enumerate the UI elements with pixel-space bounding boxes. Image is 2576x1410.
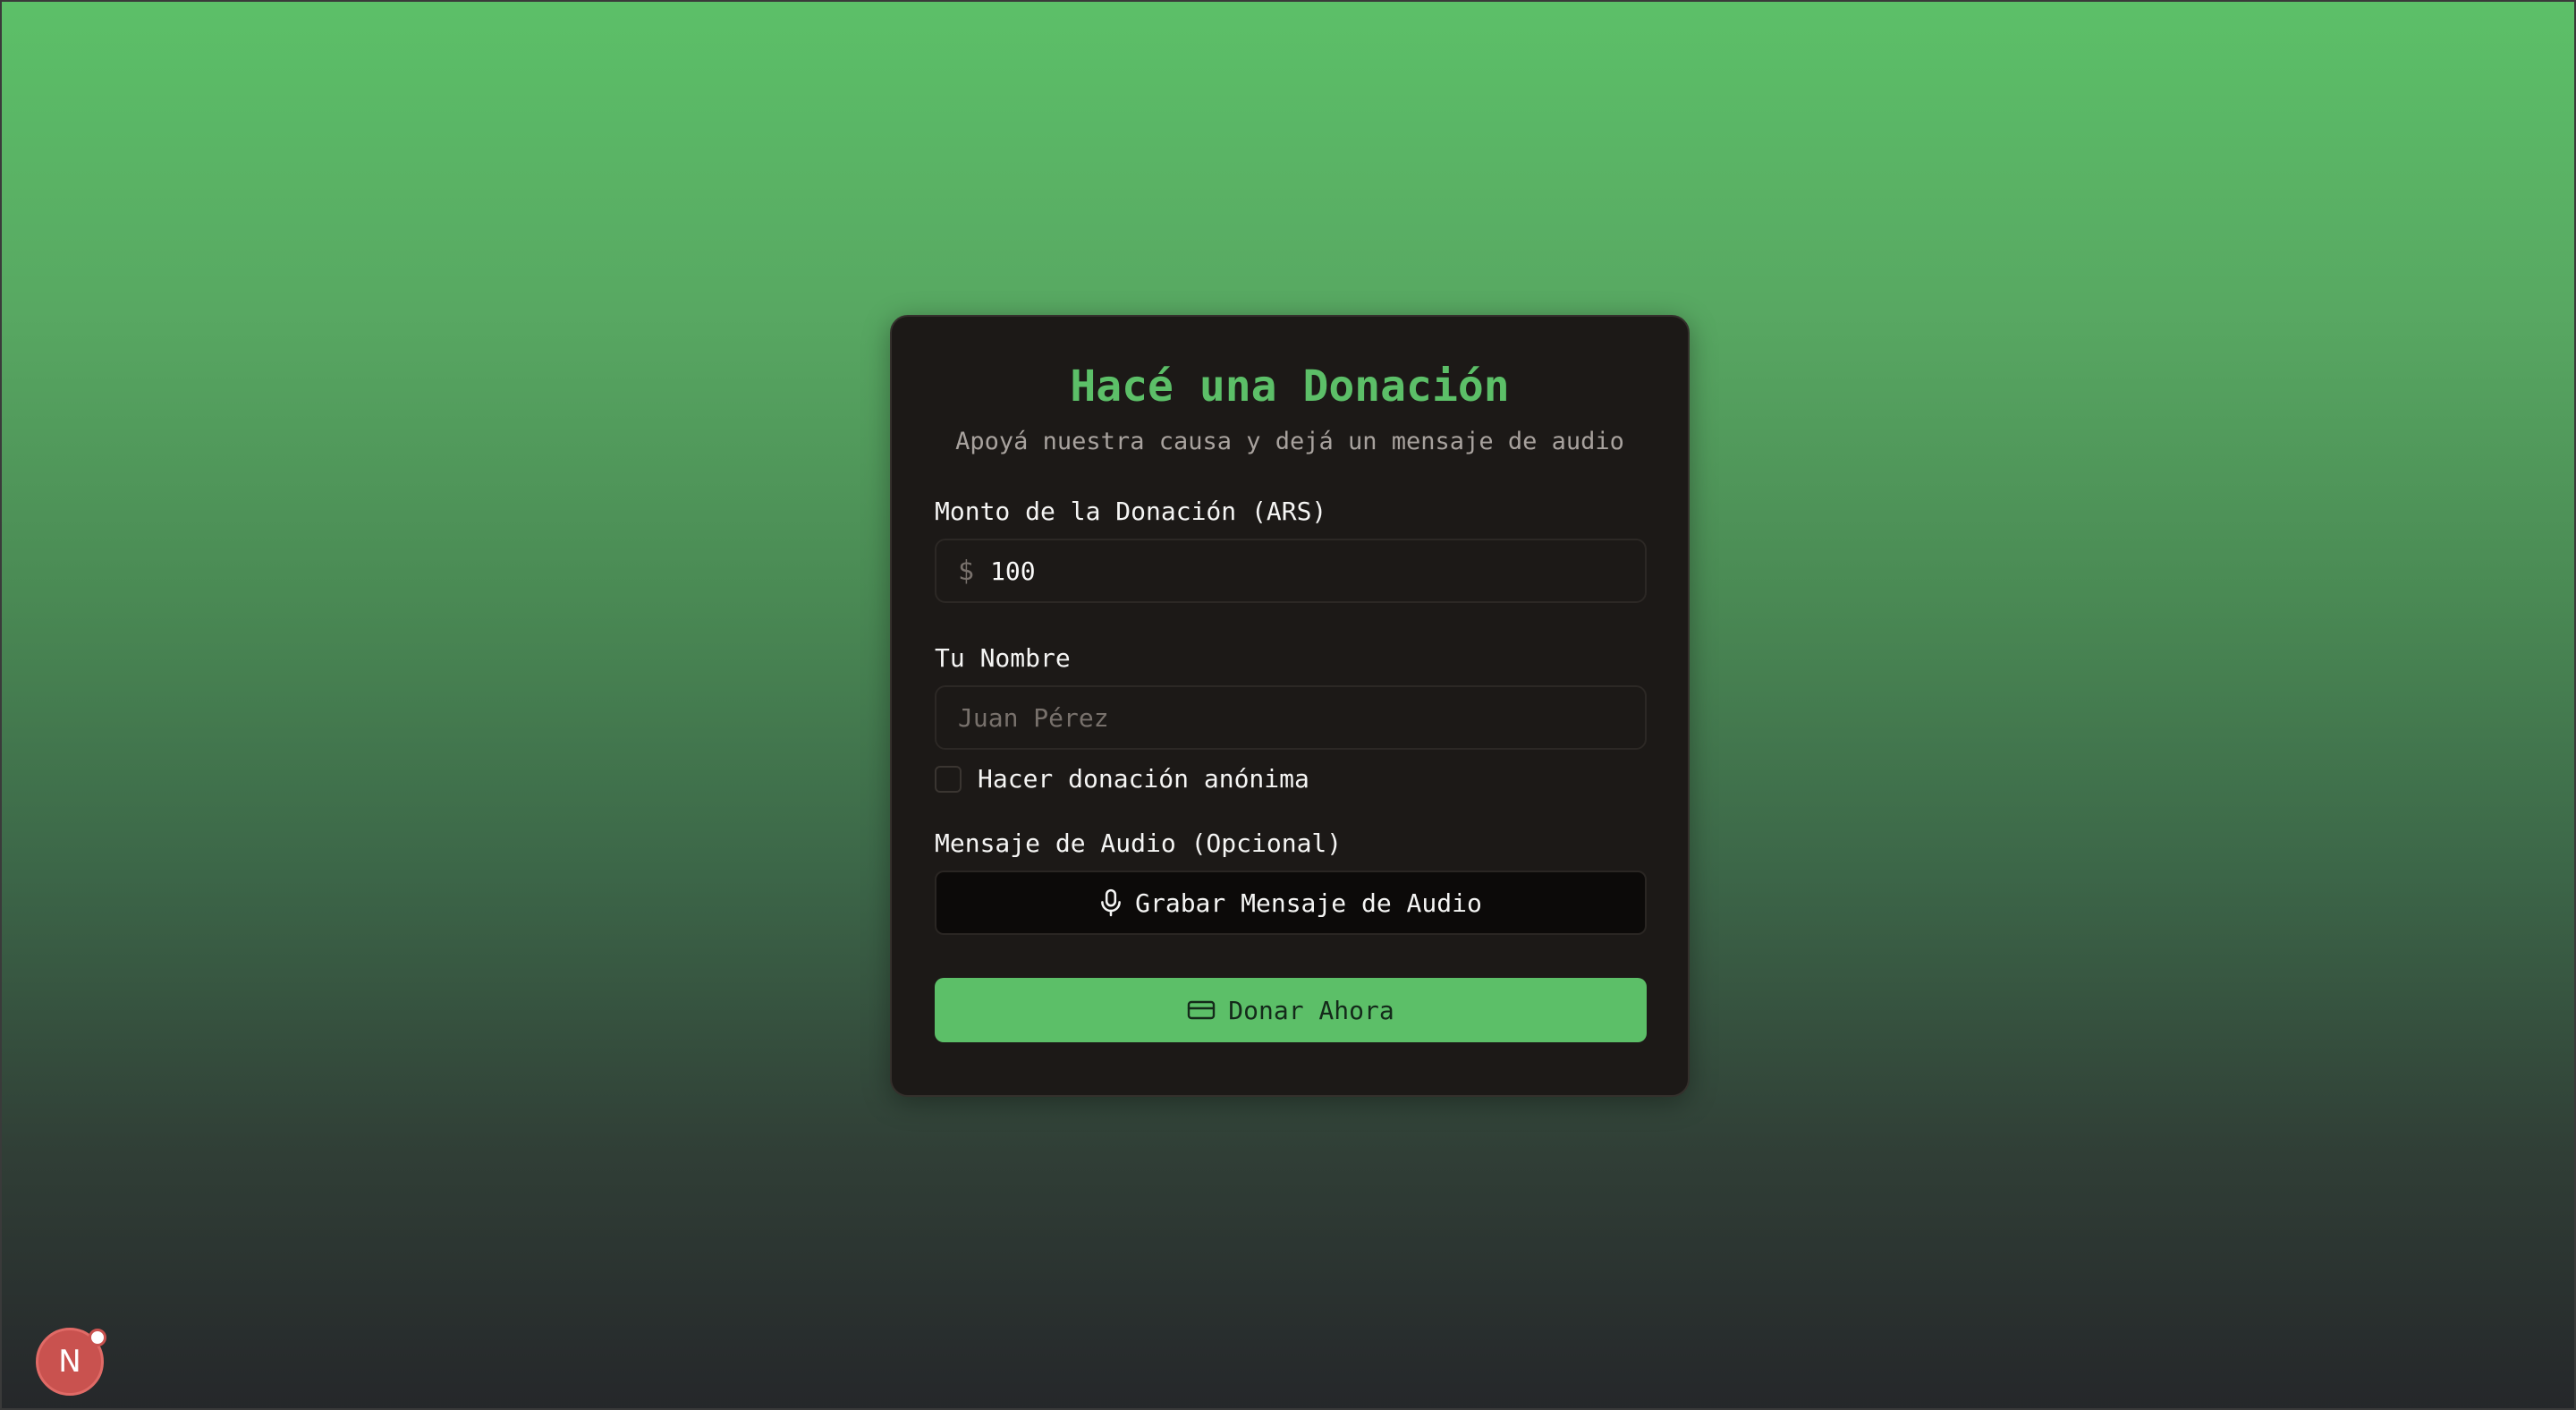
name-field[interactable] <box>935 685 1647 750</box>
name-label: Tu Nombre <box>935 643 1071 673</box>
audio-section: Mensaje de Audio (Opcional) Grabar Mensa… <box>935 828 1647 935</box>
currency-symbol: $ <box>958 555 975 587</box>
credit-card-icon <box>1187 998 1216 1022</box>
donate-button[interactable]: Donar Ahora <box>935 978 1647 1042</box>
anonymous-label[interactable]: Hacer donación anónima <box>978 764 1309 794</box>
anonymous-checkbox[interactable] <box>935 765 962 793</box>
amount-label: Monto de la Donación (ARS) <box>935 497 1327 526</box>
name-section: Tu Nombre Hacer donación anónima <box>935 642 1647 794</box>
name-input[interactable] <box>958 702 1623 733</box>
record-audio-button[interactable]: Grabar Mensaje de Audio <box>935 871 1647 935</box>
page-subtitle: Apoyá nuestra causa y dejá un mensaje de… <box>955 428 1624 455</box>
page-title: Hacé una Donación <box>1070 361 1510 412</box>
notification-dot-icon <box>89 1329 106 1346</box>
amount-input[interactable]: 100 <box>990 556 1036 586</box>
anonymous-row[interactable]: Hacer donación anónima <box>935 764 1645 794</box>
dev-tools-badge[interactable]: N <box>36 1328 106 1396</box>
amount-field[interactable]: $ 100 <box>935 539 1647 603</box>
audio-label: Mensaje de Audio (Opcional) <box>935 828 1343 858</box>
donate-label: Donar Ahora <box>1228 995 1394 1025</box>
microphone-icon <box>1099 888 1123 917</box>
dev-badge-letter: N <box>58 1344 81 1380</box>
record-audio-label: Grabar Mensaje de Audio <box>1135 888 1482 918</box>
amount-section: Monto de la Donación (ARS) $ 100 <box>935 496 1647 603</box>
donation-card: Hacé una Donación Apoyá nuestra causa y … <box>890 315 1690 1097</box>
